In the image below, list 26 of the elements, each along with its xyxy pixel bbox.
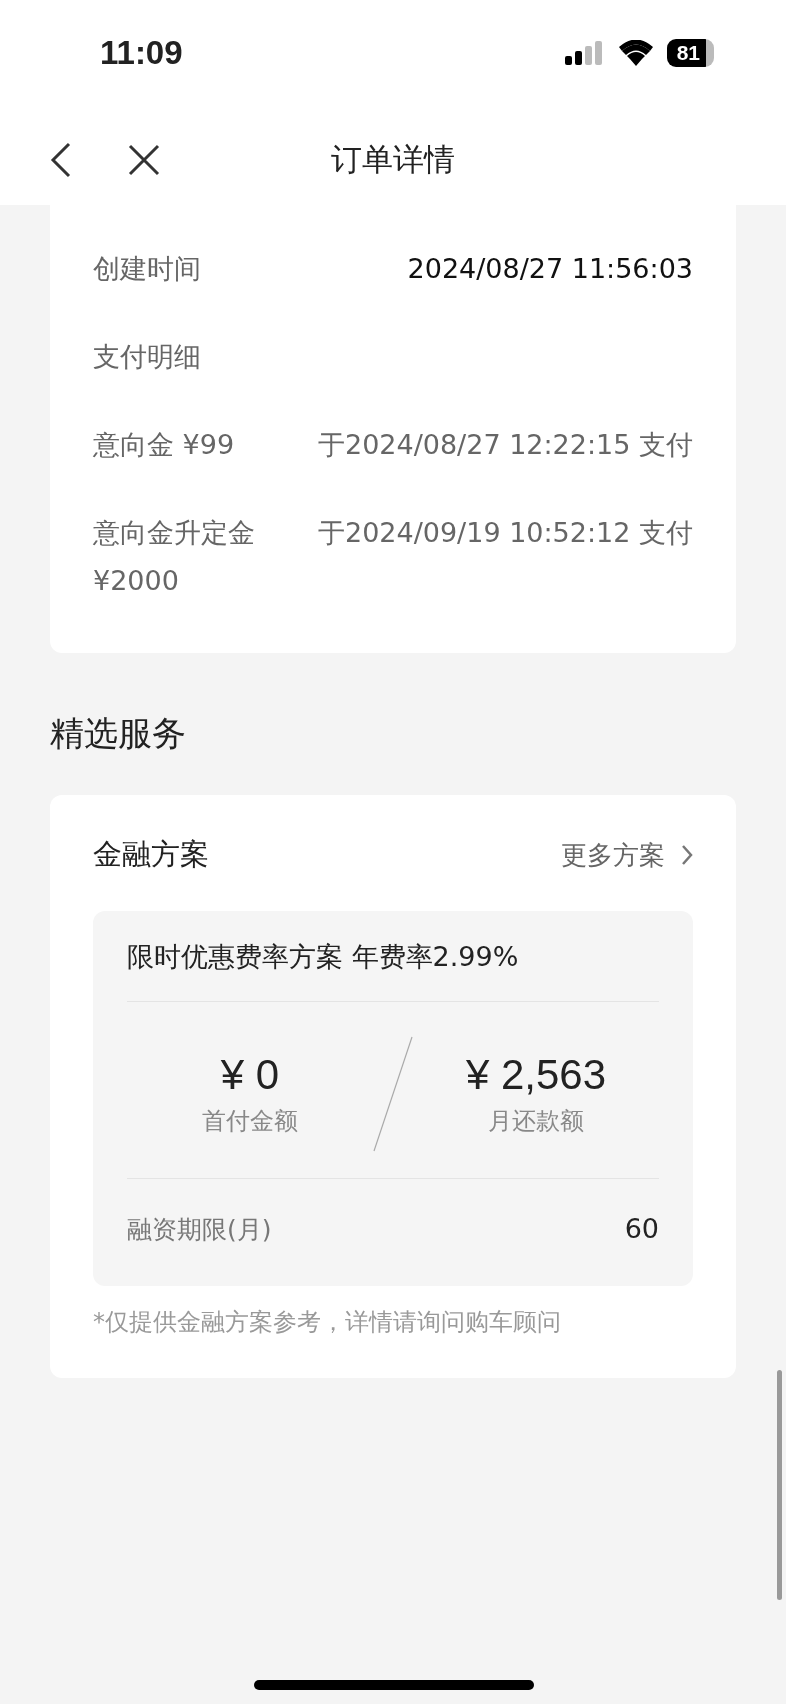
close-icon[interactable] [128, 144, 160, 176]
payment-label: 意向金 ¥99 [93, 428, 236, 462]
status-time: 11:09 [100, 33, 183, 72]
amount-value: ¥ 2,563 [465, 1051, 607, 1099]
plan-name: 限时优惠费率方案 年费率2.99% [127, 911, 659, 1002]
section-label: 支付明细 [93, 340, 201, 374]
amount-label: 月还款额 [488, 1106, 584, 1137]
payment-time: 于2024/09/19 10:52:12 支付 [317, 516, 693, 550]
chevron-icon [681, 844, 693, 866]
amount-label: 首付金额 [202, 1106, 298, 1137]
disclaimer-text: *仅提供金融方案参考，详情请询问购车顾问 [93, 1307, 562, 1338]
back-icon[interactable] [50, 142, 72, 178]
page-title: 订单详情 [331, 141, 455, 177]
amount-value: ¥ 0 [220, 1051, 280, 1099]
wifi-icon [618, 39, 653, 66]
term-value: 60 [624, 1213, 659, 1246]
more-plans-link[interactable]: 更多方案 [561, 837, 693, 873]
section-heading: 精选服务 [49, 712, 187, 755]
signal-icon [564, 40, 605, 65]
payment-label: 意向金升定金 ¥2000 [93, 516, 256, 598]
card-title: 金融方案 [93, 836, 209, 873]
field-label: 创建时间 [93, 252, 201, 286]
term-label: 融资期限(月) [127, 1214, 272, 1246]
payment-time: 于2024/08/27 12:22:15 支付 [317, 428, 693, 462]
battery-level: 81 [666, 38, 714, 67]
field-value: 2024/08/27 11:56:03 [407, 252, 693, 286]
